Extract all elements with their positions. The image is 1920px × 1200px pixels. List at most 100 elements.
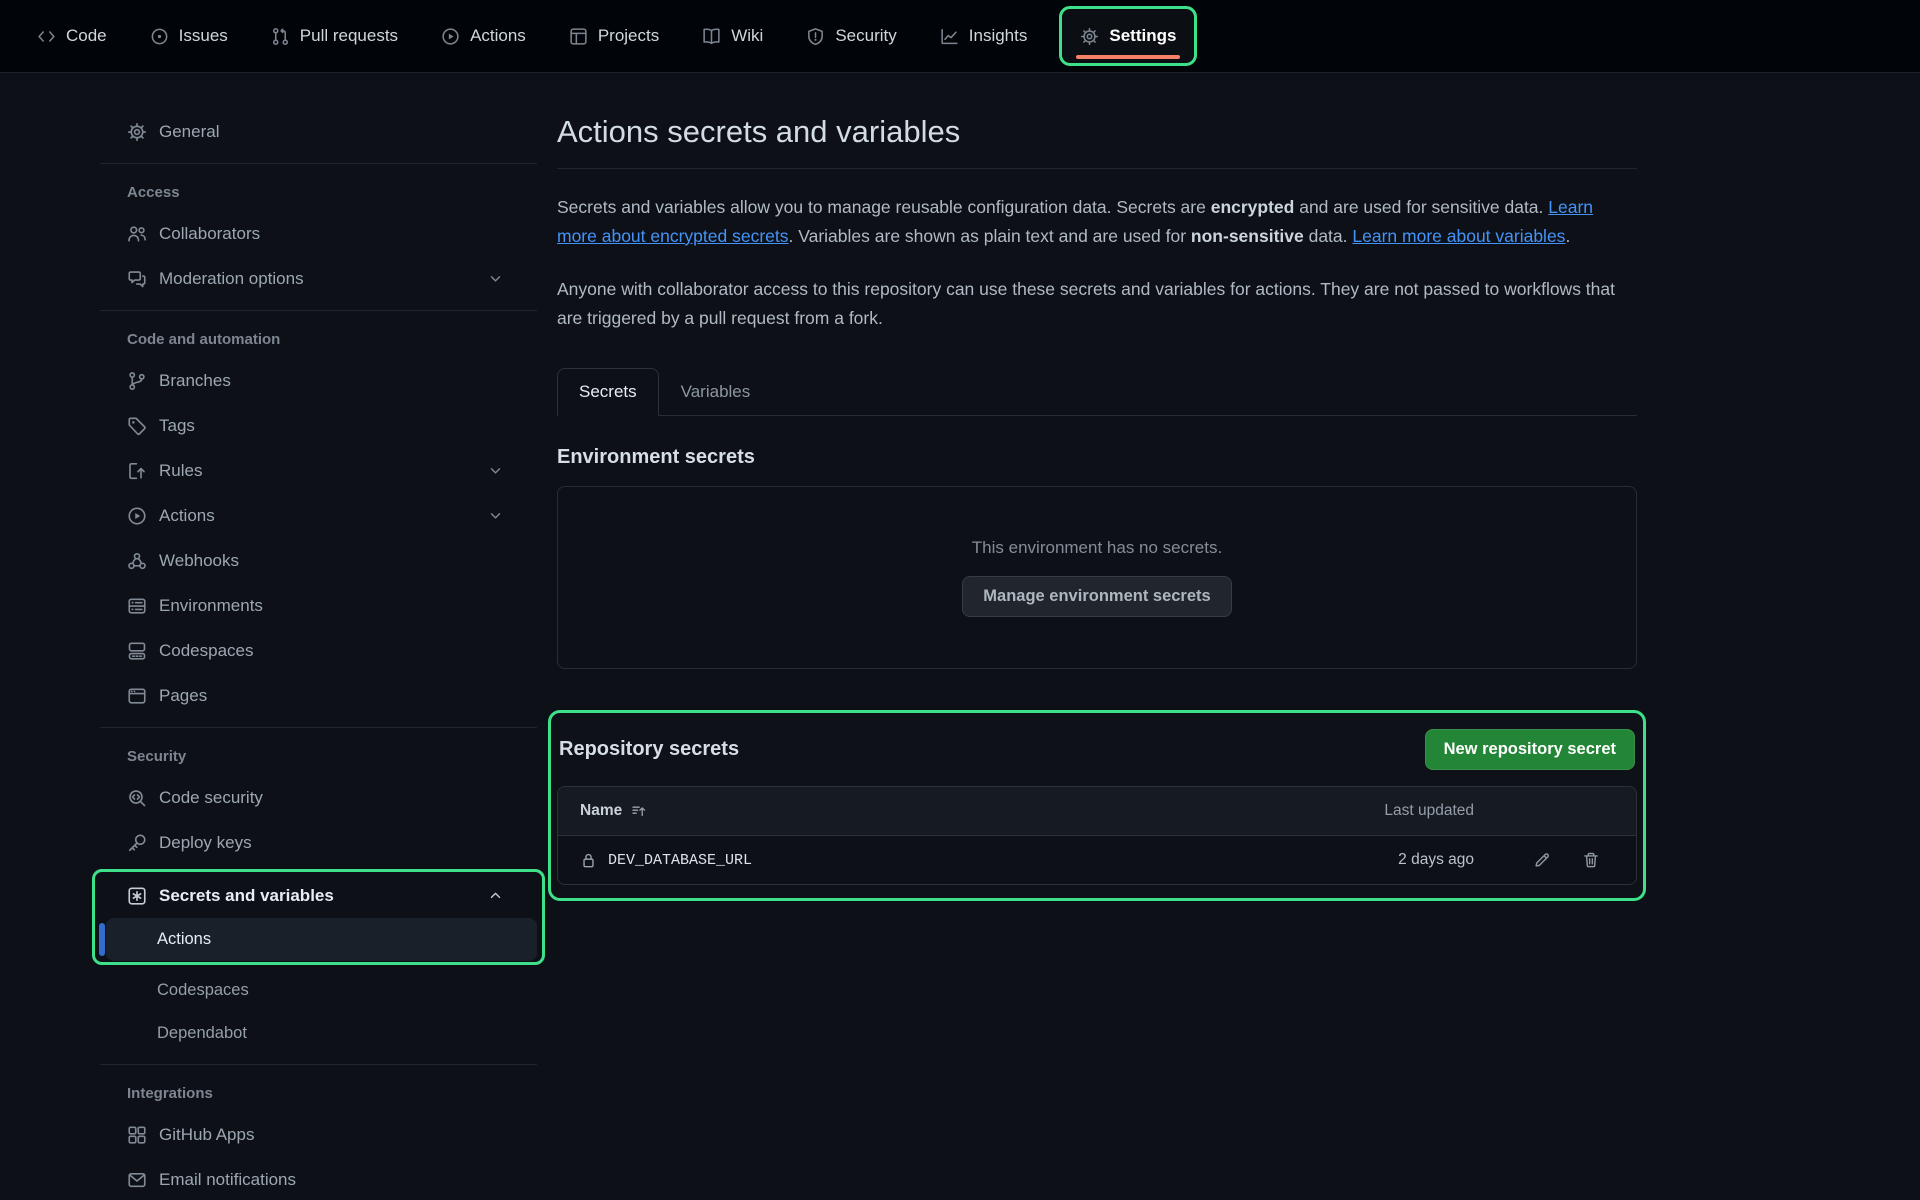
sidebar-item-label: Webhooks (159, 551, 239, 571)
sidebar-item-codespaces[interactable]: Codespaces (100, 628, 537, 673)
secret-name-cell: DEV_DATABASE_URL (580, 852, 1324, 869)
tab-secrets[interactable]: Secrets (557, 368, 659, 416)
nav-tab-security[interactable]: Security (791, 10, 911, 62)
sidebar-item-pages[interactable]: Pages (100, 673, 537, 718)
sidebar-item-secrets-and-variables[interactable]: Secrets and variables (100, 873, 537, 918)
table-header-row: Name Last updated (558, 787, 1636, 836)
sidebar-divider (100, 1064, 537, 1065)
secret-name: DEV_DATABASE_URL (608, 852, 752, 869)
nav-tab-label: Insights (969, 26, 1028, 46)
people-icon (127, 224, 147, 244)
sidebar-item-general[interactable]: General (100, 109, 537, 154)
secret-actions-cell (1474, 851, 1614, 869)
settings-sidebar: General Access Collaborators Moderation opt… (100, 73, 537, 1200)
tab-variables[interactable]: Variables (659, 368, 773, 416)
gear-icon (1080, 27, 1099, 46)
comment-discussion-icon (127, 269, 147, 289)
sidebar-item-label: Pages (159, 686, 207, 706)
graph-icon (940, 27, 959, 46)
sidebar-item-label: Secrets and variables (159, 886, 334, 906)
chevron-down-icon (487, 462, 504, 479)
inline-link-learn-more-about-variables[interactable]: Learn more about variables (1352, 226, 1565, 246)
nav-tab-code[interactable]: Code (22, 10, 122, 62)
nav-tab-label: Pull requests (300, 26, 398, 46)
nav-tab-wiki[interactable]: Wiki (687, 10, 778, 62)
shield-icon (806, 27, 825, 46)
branch-icon (127, 371, 147, 391)
sidebar-item-label: Environments (159, 596, 263, 616)
sidebar-subitem-actions[interactable]: Actions (106, 918, 537, 961)
sidebar-item-tags[interactable]: Tags (100, 403, 537, 448)
emphasized-text: encrypted (1211, 197, 1295, 217)
sidebar-item-label: Code security (159, 788, 263, 808)
sidebar-subitem-label: Actions (157, 930, 211, 949)
intro-paragraph: Secrets and variables allow you to manag… (557, 193, 1637, 251)
webhook-icon (127, 551, 147, 571)
nav-tab-settings[interactable]: Settings (1059, 6, 1197, 66)
tag-icon (127, 416, 147, 436)
sidebar-item-email-notifications[interactable]: Email notifications (100, 1157, 537, 1200)
code-icon (37, 27, 56, 46)
nav-tab-pull-requests[interactable]: Pull requests (256, 10, 413, 62)
note-paragraph: Anyone with collaborator access to this … (557, 275, 1637, 333)
sidebar-item-code-security[interactable]: Code security (100, 775, 537, 820)
mail-icon (127, 1170, 147, 1190)
environment-empty-message: This environment has no secrets. (972, 538, 1222, 558)
environment-secrets-empty-box: This environment has no secrets. Manage … (557, 486, 1637, 669)
environment-secrets-heading: Environment secrets (557, 446, 1637, 469)
edit-secret-icon[interactable] (1533, 851, 1551, 869)
gear-icon (127, 122, 147, 142)
asterisk-box-icon (127, 886, 147, 906)
project-icon (569, 27, 588, 46)
name-column-header[interactable]: Name (580, 802, 1324, 820)
repository-secrets-table: Name Last updated DEV_DATABASE_URL 2 days… (557, 786, 1637, 885)
sidebar-item-collaborators[interactable]: Collaborators (100, 211, 537, 256)
sidebar-item-github-apps[interactable]: GitHub Apps (100, 1112, 537, 1157)
delete-secret-icon[interactable] (1582, 851, 1600, 869)
play-icon (441, 27, 460, 46)
sidebar-subitem-codespaces[interactable]: Codespaces (100, 969, 537, 1012)
sidebar-item-deploy-keys[interactable]: Deploy keys (100, 820, 537, 865)
nav-tab-label: Settings (1109, 26, 1176, 46)
secret-last-updated: 2 days ago (1324, 851, 1474, 869)
environments-icon (127, 596, 147, 616)
chevron-down-icon (487, 270, 504, 287)
book-icon (702, 27, 721, 46)
nav-tab-issues[interactable]: Issues (135, 10, 243, 62)
sidebar-item-actions[interactable]: Actions (100, 493, 537, 538)
sidebar-subitem-label: Codespaces (157, 981, 249, 1000)
sidebar-item-label: Collaborators (159, 224, 260, 244)
nav-tab-insights[interactable]: Insights (925, 10, 1043, 62)
browser-icon (127, 686, 147, 706)
sidebar-item-rules[interactable]: Rules (100, 448, 537, 493)
sidebar-item-moderation-options[interactable]: Moderation options (100, 256, 537, 301)
chevron-down-icon (487, 507, 504, 524)
repository-secrets-heading: Repository secrets (559, 738, 739, 761)
sidebar-divider (100, 163, 537, 164)
sidebar-item-label: General (159, 122, 219, 142)
secret-row: DEV_DATABASE_URL 2 days ago (558, 836, 1636, 884)
sidebar-section-header-security: Security (100, 737, 537, 775)
sidebar-item-environments[interactable]: Environments (100, 583, 537, 628)
nav-tab-actions[interactable]: Actions (426, 10, 541, 62)
codespaces-icon (127, 641, 147, 661)
new-repository-secret-button[interactable]: New repository secret (1425, 729, 1635, 770)
sidebar-item-webhooks[interactable]: Webhooks (100, 538, 537, 583)
paragraph-text: Secrets and variables allow you to manag… (557, 197, 1211, 217)
paragraph-text: . (1565, 226, 1570, 246)
nav-tab-label: Issues (179, 26, 228, 46)
sidebar-subitem-dependabot[interactable]: Dependabot (100, 1012, 537, 1055)
sidebar-divider (100, 727, 537, 728)
paragraph-text: and are used for sensitive data. (1294, 197, 1548, 217)
manage-environment-secrets-button[interactable]: Manage environment secrets (962, 576, 1231, 617)
title-divider (557, 168, 1637, 169)
sidebar-item-label: Actions (159, 506, 215, 526)
sidebar-subitem-label: Dependabot (157, 1024, 247, 1043)
nav-tab-projects[interactable]: Projects (554, 10, 674, 62)
sidebar-section-header-access: Access (100, 173, 537, 211)
sidebar-item-label: Deploy keys (159, 833, 252, 853)
sort-asc-icon (631, 803, 647, 819)
sidebar-item-label: Email notifications (159, 1170, 296, 1190)
nav-tab-label: Code (66, 26, 107, 46)
sidebar-item-branches[interactable]: Branches (100, 358, 537, 403)
